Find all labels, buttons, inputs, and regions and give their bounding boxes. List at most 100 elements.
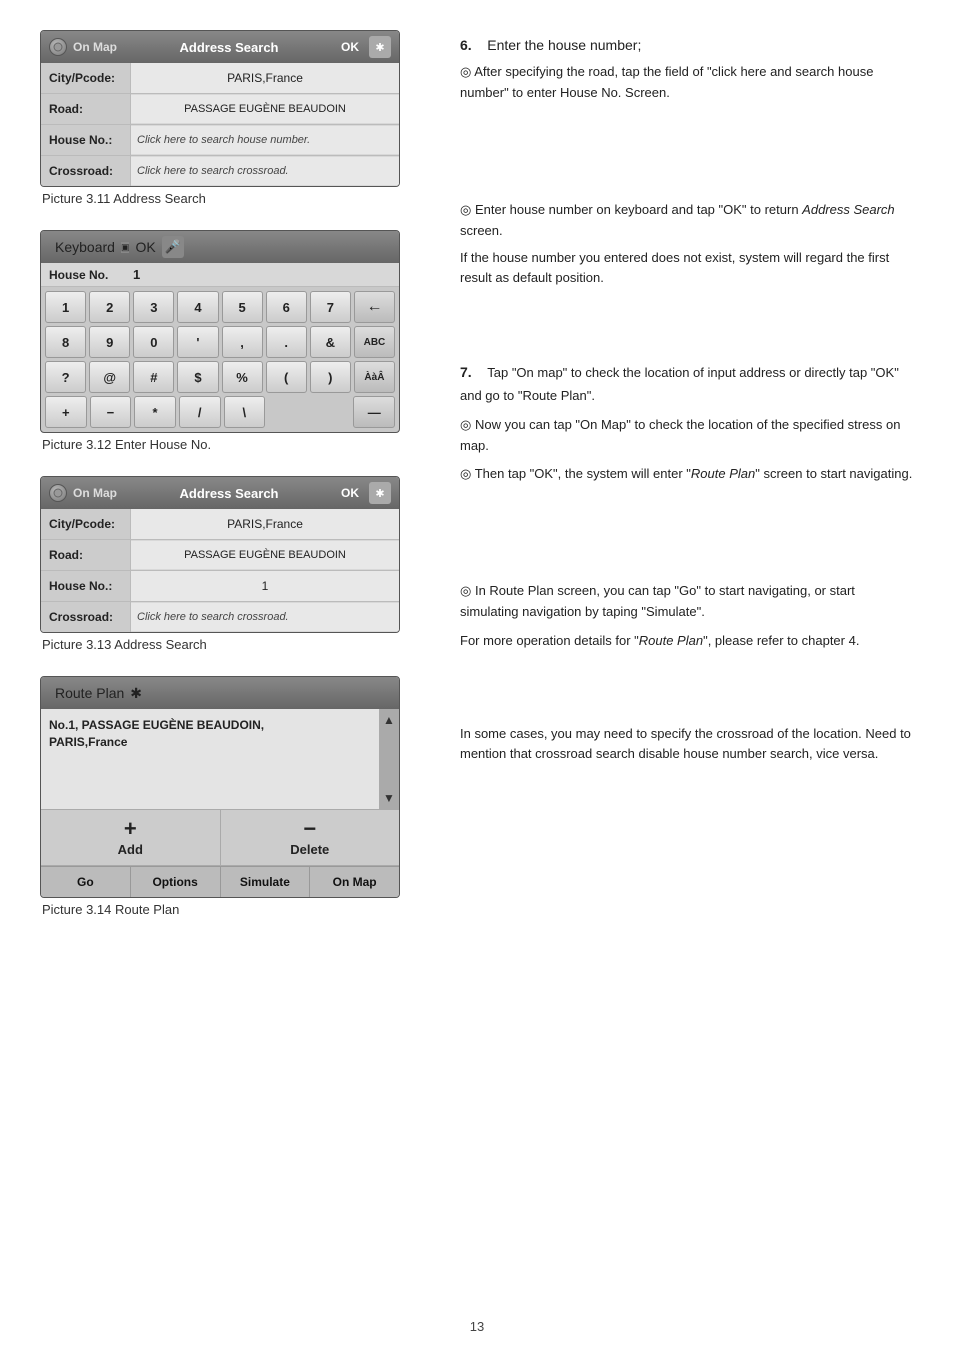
keyboard-row-2: 8 9 0 ' , . & ABC xyxy=(45,326,395,358)
onmap-italic: Route Plan xyxy=(691,466,755,481)
pic313-value-crossroad[interactable]: Click here to search crossroad. xyxy=(131,603,399,631)
pic314-go-btn[interactable]: Go xyxy=(41,867,131,897)
key-apos[interactable]: ' xyxy=(177,326,218,358)
key-amp[interactable]: & xyxy=(310,326,351,358)
key-4[interactable]: 4 xyxy=(177,291,218,323)
pic312-title: Keyboard xyxy=(55,239,115,255)
pic312-voice-icon[interactable]: 🎤 xyxy=(162,236,184,258)
key-percent[interactable]: % xyxy=(222,361,263,393)
key-7[interactable]: 7 xyxy=(310,291,351,323)
key-star[interactable]: * xyxy=(134,396,176,428)
pic313-row-road: Road: PASSAGE EUGÈNE BEAUDOIN xyxy=(41,540,399,571)
pic311-row-house: House No.: Click here to search house nu… xyxy=(41,125,399,156)
pic313-value-road[interactable]: PASSAGE EUGÈNE BEAUDOIN xyxy=(131,541,399,569)
pic312-input-row: House No. 1 xyxy=(41,263,399,287)
pic311-value-city[interactable]: PARIS,France xyxy=(131,63,399,93)
pic311-back-btn[interactable] xyxy=(49,38,67,56)
pic314-list-item[interactable]: No.1, PASSAGE EUGÈNE BEAUDOIN,PARIS,Fran… xyxy=(49,717,371,751)
pic312-input-value[interactable]: 1 xyxy=(129,267,391,282)
key-0[interactable]: 0 xyxy=(133,326,174,358)
pic312-keyboard: Keyboard ▣ OK 🎤 House No. 1 1 2 3 4 5 xyxy=(40,230,400,433)
pic314-add-btn[interactable]: + Add xyxy=(41,810,220,865)
pic314-list: No.1, PASSAGE EUGÈNE BEAUDOIN,PARIS,Fran… xyxy=(41,709,379,809)
key-backspace[interactable]: ← xyxy=(354,291,395,323)
pic313-row-city: City/Pcode: PARIS,France xyxy=(41,509,399,540)
key-2[interactable]: 2 xyxy=(89,291,130,323)
pic314-delete-btn[interactable]: − Delete xyxy=(221,810,400,865)
key-slash[interactable]: / xyxy=(179,396,221,428)
pic314-caption: Picture 3.14 Route Plan xyxy=(40,902,430,917)
pic311-value-house[interactable]: Click here to search house number. xyxy=(131,126,399,154)
keyboard-notes-block: Enter house number on keyboard and tap "… xyxy=(460,200,914,295)
pic314-simulate-btn[interactable]: Simulate xyxy=(221,867,311,897)
key-hash[interactable]: # xyxy=(133,361,174,393)
pic313-screenshot: On Map Address Search OK ✱ City/Pcode: P… xyxy=(40,476,400,633)
pic314-main: No.1, PASSAGE EUGÈNE BEAUDOIN,PARIS,Fran… xyxy=(41,709,399,809)
pic313-back-btn[interactable] xyxy=(49,484,67,502)
routeplan-italic: Route Plan xyxy=(639,633,703,648)
pic311-label-city: City/Pcode: xyxy=(41,63,131,93)
left-column: On Map Address Search OK ✱ City/Pcode: P… xyxy=(40,30,430,1279)
key-9[interactable]: 9 xyxy=(89,326,130,358)
pic314-options-btn[interactable]: Options xyxy=(131,867,221,897)
routeplan-note2: For more operation details for "Route Pl… xyxy=(460,631,914,652)
keyboard-row-4: + − * / \ — xyxy=(45,396,395,428)
pic311-screenshot: On Map Address Search OK ✱ City/Pcode: P… xyxy=(40,30,400,187)
pic314-onmap-btn[interactable]: On Map xyxy=(310,867,399,897)
key-rparen[interactable]: ) xyxy=(310,361,351,393)
key-3[interactable]: 3 xyxy=(133,291,174,323)
pic314-icon-btn[interactable]: ✱ xyxy=(130,685,142,702)
key-8[interactable]: 8 xyxy=(45,326,86,358)
pic313-value-city[interactable]: PARIS,France xyxy=(131,509,399,539)
pic311-label-house: House No.: xyxy=(41,125,131,155)
pic311-title: Address Search xyxy=(127,40,331,55)
key-lparen[interactable]: ( xyxy=(266,361,307,393)
key-question[interactable]: ? xyxy=(45,361,86,393)
scroll-down-btn[interactable]: ▼ xyxy=(383,787,395,809)
key-period[interactable]: . xyxy=(266,326,307,358)
pic312-ok[interactable]: OK xyxy=(135,239,155,255)
pic314-container: Route Plan ✱ No.1, PASSAGE EUGÈNE BEAUDO… xyxy=(40,676,430,917)
pic311-caption: Picture 3.11 Address Search xyxy=(40,191,430,206)
step6-block: 6. Enter the house number; After specify… xyxy=(460,34,914,110)
pic314-bottom-btns: Go Options Simulate On Map xyxy=(41,866,399,897)
pic314-header: Route Plan ✱ xyxy=(41,677,399,709)
key-comma[interactable]: , xyxy=(222,326,263,358)
key-plus[interactable]: + xyxy=(45,396,87,428)
plus-icon: + xyxy=(124,818,137,840)
key-minus[interactable]: − xyxy=(90,396,132,428)
pic313-onmap[interactable]: On Map xyxy=(73,486,117,500)
pic311-icon-btn[interactable]: ✱ xyxy=(369,36,391,58)
pic312-input-label: House No. xyxy=(49,268,129,282)
step6-text: Enter the house number; xyxy=(487,37,641,53)
key-5[interactable]: 5 xyxy=(222,291,263,323)
pic313-caption: Picture 3.13 Address Search xyxy=(40,637,430,652)
pic313-icon-btn[interactable]: ✱ xyxy=(369,482,391,504)
key-space[interactable]: — xyxy=(353,396,395,428)
key-6[interactable]: 6 xyxy=(266,291,307,323)
pic311-onmap[interactable]: On Map xyxy=(73,40,117,54)
pic312-icon-btn2[interactable]: ▣ xyxy=(121,242,130,253)
pic313-label-city: City/Pcode: xyxy=(41,509,131,539)
pic311-row-road: Road: PASSAGE EUGÈNE BEAUDOIN xyxy=(41,94,399,125)
key-at[interactable]: @ xyxy=(89,361,130,393)
onmap-note1: Now you can tap "On Map" to check the lo… xyxy=(460,415,914,457)
pic313-row-house: House No.: 1 xyxy=(41,571,399,602)
scroll-up-btn[interactable]: ▲ xyxy=(383,709,395,731)
key-backslash[interactable]: \ xyxy=(224,396,266,428)
key-dollar[interactable]: $ xyxy=(177,361,218,393)
pic311-value-road[interactable]: PASSAGE EUGÈNE BEAUDOIN xyxy=(131,95,399,123)
keyboard-note1: Enter house number on keyboard and tap "… xyxy=(460,200,914,242)
pic313-value-house[interactable]: 1 xyxy=(131,571,399,601)
key-blank1 xyxy=(268,396,308,428)
pic311-ok[interactable]: OK xyxy=(337,38,363,56)
key-1[interactable]: 1 xyxy=(45,291,86,323)
pic311-value-crossroad[interactable]: Click here to search crossroad. xyxy=(131,157,399,185)
pic311-label-crossroad: Crossroad: xyxy=(41,156,131,186)
key-accents[interactable]: ÀàÂ xyxy=(354,361,395,393)
key-abc[interactable]: ABC xyxy=(354,326,395,358)
onmap-note2: Then tap "OK", the system will enter "Ro… xyxy=(460,464,914,485)
pic313-ok[interactable]: OK xyxy=(337,484,363,502)
pic313-label-crossroad: Crossroad: xyxy=(41,602,131,632)
pic314-route: Route Plan ✱ No.1, PASSAGE EUGÈNE BEAUDO… xyxy=(40,676,400,898)
